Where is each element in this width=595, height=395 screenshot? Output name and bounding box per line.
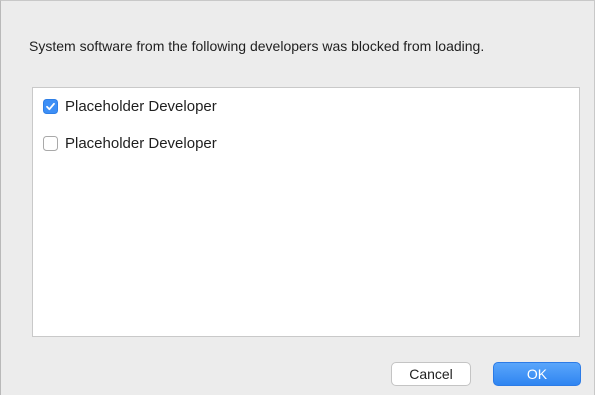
developer-list-item[interactable]: Placeholder Developer (43, 133, 217, 153)
ok-button[interactable]: OK (493, 362, 581, 386)
developer-list-item[interactable]: Placeholder Developer (43, 96, 217, 116)
developer-checkbox[interactable] (43, 135, 58, 151)
checkmark-icon (45, 101, 56, 112)
blocked-software-dialog: System software from the following devel… (0, 0, 595, 395)
cancel-button[interactable]: Cancel (391, 362, 471, 386)
dialog-message: System software from the following devel… (29, 38, 485, 54)
developer-label: Placeholder Developer (65, 97, 217, 115)
developer-label: Placeholder Developer (65, 134, 217, 152)
developer-list: Placeholder Developer Placeholder Develo… (32, 87, 580, 337)
developer-checkbox[interactable] (43, 98, 58, 114)
